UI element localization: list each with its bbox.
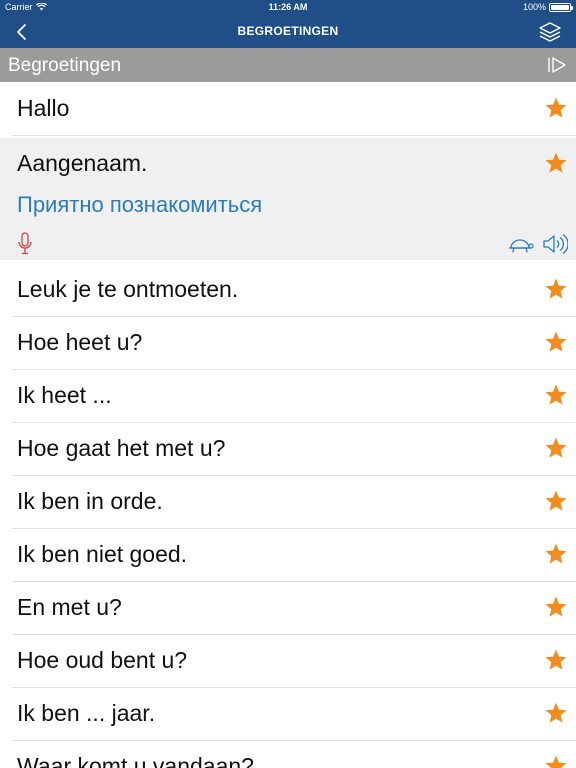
star-icon[interactable] <box>544 383 568 407</box>
star-icon[interactable] <box>544 701 568 725</box>
phrase-text: Aangenaam. <box>17 150 148 176</box>
phrase-text: En met u? <box>17 594 122 620</box>
expanded-phrase-row[interactable]: Aangenaam. Приятно познакомиться <box>0 138 576 260</box>
phrase-text: Ik ben ... jaar. <box>17 700 156 726</box>
battery-icon <box>549 2 573 12</box>
phrase-text: Hoe heet u? <box>17 329 143 355</box>
phrase-text: Hoe gaat het met u? <box>17 435 226 461</box>
phrase-row[interactable]: Ik heet ... <box>12 370 576 423</box>
phrase-row[interactable]: Ik ben niet goed. <box>12 529 576 582</box>
turtle-slow-icon[interactable] <box>508 236 534 254</box>
phrase-row[interactable]: Ik ben in orde. <box>12 476 576 529</box>
speaker-icon[interactable] <box>542 232 568 256</box>
navigation-bar: BEGROETINGEN <box>0 15 576 48</box>
phrase-row[interactable]: Hallo <box>12 83 576 136</box>
star-icon[interactable] <box>544 330 568 354</box>
phrase-text: Ik ben in orde. <box>17 488 163 514</box>
section-title: Begroetingen <box>8 55 122 76</box>
status-time: 11:26 AM <box>268 2 308 12</box>
star-icon[interactable] <box>544 648 568 672</box>
microphone-icon[interactable] <box>17 232 33 256</box>
phrase-row[interactable]: En met u? <box>12 582 576 635</box>
phrase-row[interactable]: Hoe gaat het met u? <box>12 423 576 476</box>
battery-percent: 100% <box>522 2 546 12</box>
phrase-row[interactable]: Leuk je te ontmoeten. <box>12 264 576 317</box>
star-icon[interactable] <box>544 489 568 513</box>
star-icon[interactable] <box>544 151 568 175</box>
phrase-text: Waar komt u vandaan? <box>17 753 254 768</box>
status-bar: Carrier 11:26 AM 100% <box>0 0 576 15</box>
phrase-text: Hoe oud bent u? <box>17 647 188 673</box>
phrase-text: Ik heet ... <box>17 382 112 408</box>
battery-group: 100% <box>522 2 573 12</box>
phrase-row[interactable]: Ik ben ... jaar. <box>12 688 576 741</box>
phrase-row[interactable]: Hoe heet u? <box>12 317 576 370</box>
star-icon[interactable] <box>544 96 568 120</box>
play-all-icon[interactable] <box>546 56 568 74</box>
translation-text: Приятно познакомиться <box>17 192 263 217</box>
page-title: BEGROETINGEN <box>237 24 339 38</box>
phrase-row[interactable]: Hoe oud bent u? <box>12 635 576 688</box>
section-header: Begroetingen <box>0 48 576 82</box>
star-icon[interactable] <box>544 277 568 301</box>
battery-fill <box>551 4 569 10</box>
star-icon[interactable] <box>544 436 568 460</box>
layers-icon[interactable] <box>538 21 562 43</box>
star-icon[interactable] <box>544 595 568 619</box>
phrase-row[interactable]: Waar komt u vandaan? <box>12 741 576 768</box>
phrase-text: Leuk je te ontmoeten. <box>17 276 239 302</box>
star-icon[interactable] <box>544 754 568 768</box>
phrase-text: Hallo <box>17 95 70 121</box>
phrase-text: Ik ben niet goed. <box>17 541 188 567</box>
star-icon[interactable] <box>544 542 568 566</box>
